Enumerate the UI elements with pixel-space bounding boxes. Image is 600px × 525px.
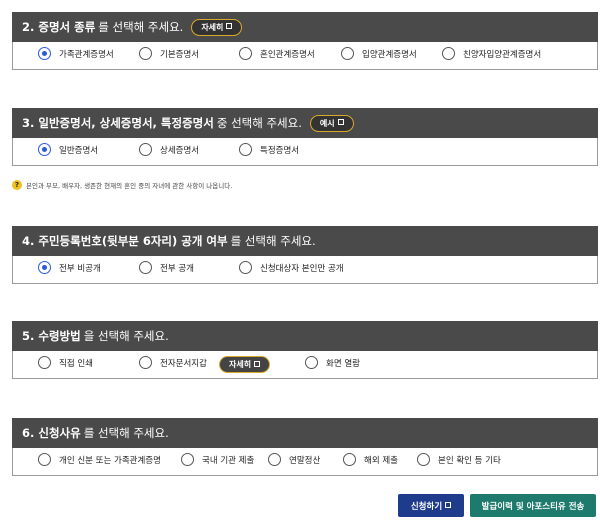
radio-icon[interactable] (341, 47, 354, 60)
section-certificate-detail: 3. 일반증명서, 상세증명서, 특정증명서 중 선택해 주세요. 예시 일반증… (12, 108, 598, 166)
radio-selected-icon[interactable] (38, 261, 51, 274)
option-label: 개인 신분 또는 가족관계증명 (59, 455, 161, 466)
external-link-icon (226, 23, 233, 29)
radio-e-wallet[interactable]: 전자문서지갑 (139, 356, 207, 369)
radio-marriage[interactable]: 혼인관계증명서 (239, 47, 315, 60)
section-header: 3. 일반증명서, 상세증명서, 특정증명서 중 선택해 주세요. 예시 (12, 108, 598, 138)
radio-year-end-tax[interactable]: 연말정산 (268, 453, 320, 466)
option-label: 특정증명서 (260, 145, 300, 156)
question-icon: ? (12, 180, 22, 190)
apply-button[interactable]: 신청하기 (398, 494, 464, 517)
info-note: ? 본인과 부모, 배우자, 생존한 현재의 혼인 중의 자녀에 관한 사항이 … (12, 180, 232, 190)
radio-icon[interactable] (139, 143, 152, 156)
external-link-icon (445, 501, 452, 508)
radio-family-relation[interactable]: 가족관계증명서 (38, 47, 114, 60)
options-row: 가족관계증명서 기본증명서 혼인관계증명서 입양관계증명서 친양자입양관계증명서 (12, 42, 598, 70)
example-button-label: 예시 (319, 118, 335, 128)
e-wallet-details-button[interactable]: 자세히 (219, 356, 271, 373)
section-title-rest: 를 선택해 주세요. (83, 426, 169, 440)
option-label: 전자문서지갑 (160, 358, 207, 369)
radio-icon[interactable] (268, 453, 281, 466)
option-label: 친양자입양관계증명서 (463, 49, 542, 60)
option-label: 국내 기관 제출 (202, 455, 255, 466)
radio-basic[interactable]: 기본증명서 (139, 47, 199, 60)
radio-icon[interactable] (239, 47, 252, 60)
issuance-history-button-label: 발급이력 및 아포스티유 전송 (481, 501, 585, 512)
option-label: 전부 비공개 (59, 263, 101, 274)
apply-button-label: 신청하기 (410, 501, 443, 512)
radio-icon[interactable] (38, 453, 51, 466)
radio-icon[interactable] (139, 261, 152, 274)
radio-adoption[interactable]: 입양관계증명서 (341, 47, 417, 60)
options-row: 직접 인쇄 전자문서지갑 자세히 화면 열람 (12, 351, 598, 379)
radio-print[interactable]: 직접 인쇄 (38, 356, 93, 369)
radio-icon[interactable] (139, 47, 152, 60)
radio-general[interactable]: 일반증명서 (38, 143, 98, 156)
radio-icon[interactable] (181, 453, 194, 466)
option-label: 기본증명서 (160, 49, 200, 60)
options-row: 전부 비공개 전부 공개 신청대상자 본인만 공개 (12, 256, 598, 284)
section-title: 3. 일반증명서, 상세증명서, 특정증명서 (22, 116, 214, 130)
section-resident-number: 4. 주민등록번호(뒷부분 6자리) 공개 여부 를 선택해 주세요. 전부 비… (12, 226, 598, 284)
radio-all-public[interactable]: 전부 공개 (139, 261, 194, 274)
section-certificate-type: 2. 증명서 종류 를 선택해 주세요. 자세히 가족관계증명서 기본증명서 혼… (12, 12, 598, 70)
external-link-icon (254, 360, 261, 367)
section-reason: 6. 신청사유 를 선택해 주세요. 개인 신분 또는 가족관계증명 국내 기관… (12, 418, 598, 476)
radio-identity-check[interactable]: 본인 확인 등 기타 (417, 453, 501, 466)
radio-icon[interactable] (139, 356, 152, 369)
radio-family-proof[interactable]: 개인 신분 또는 가족관계증명 (38, 453, 161, 466)
option-label: 일반증명서 (59, 145, 99, 156)
radio-icon[interactable] (305, 356, 318, 369)
section-header: 2. 증명서 종류 를 선택해 주세요. 자세히 (12, 12, 598, 42)
options-row: 일반증명서 상세증명서 특정증명서 (12, 138, 598, 166)
radio-icon[interactable] (417, 453, 430, 466)
option-label: 연말정산 (289, 455, 321, 466)
details-button-label: 자세히 (229, 360, 252, 369)
radio-icon[interactable] (38, 356, 51, 369)
option-label: 입양관계증명서 (362, 49, 417, 60)
external-link-icon (337, 119, 344, 125)
section-header: 4. 주민등록번호(뒷부분 6자리) 공개 여부 를 선택해 주세요. (12, 226, 598, 256)
info-note-text: 본인과 부모, 배우자, 생존한 현재의 혼인 중의 자녀에 관한 사항이 나옵… (26, 182, 233, 190)
option-label: 해외 제출 (364, 455, 398, 466)
radio-full-adoption[interactable]: 친양자입양관계증명서 (442, 47, 541, 60)
option-label: 가족관계증명서 (59, 49, 114, 60)
details-button-label: 자세히 (201, 22, 224, 32)
radio-icon[interactable] (239, 261, 252, 274)
details-button[interactable]: 자세히 (191, 18, 243, 36)
option-label: 전부 공개 (160, 263, 194, 274)
radio-self-only[interactable]: 신청대상자 본인만 공개 (239, 261, 344, 274)
section-title-rest: 을 선택해 주세요. (83, 329, 169, 343)
option-label: 직접 인쇄 (59, 358, 93, 369)
section-title-rest: 를 선택해 주세요. (98, 20, 184, 34)
radio-domestic-agency[interactable]: 국내 기관 제출 (181, 453, 254, 466)
radio-selected-icon[interactable] (38, 143, 51, 156)
radio-detailed[interactable]: 상세증명서 (139, 143, 199, 156)
radio-icon[interactable] (343, 453, 356, 466)
section-title: 4. 주민등록번호(뒷부분 6자리) 공개 여부 (22, 234, 228, 248)
radio-icon[interactable] (239, 143, 252, 156)
section-receipt-method: 5. 수령방법 을 선택해 주세요. 직접 인쇄 전자문서지갑 자세히 화면 열… (12, 321, 598, 379)
radio-overseas[interactable]: 해외 제출 (343, 453, 398, 466)
option-label: 혼인관계증명서 (260, 49, 315, 60)
radio-icon[interactable] (442, 47, 455, 60)
section-title-rest: 를 선택해 주세요. (230, 234, 316, 248)
section-header: 5. 수령방법 을 선택해 주세요. (12, 321, 598, 351)
option-label: 화면 열람 (326, 358, 360, 369)
option-label: 본인 확인 등 기타 (438, 455, 501, 466)
option-label: 상세증명서 (160, 145, 200, 156)
radio-all-private[interactable]: 전부 비공개 (38, 261, 101, 274)
example-button[interactable]: 예시 (309, 114, 354, 132)
issuance-history-button[interactable]: 발급이력 및 아포스티유 전송 (470, 494, 596, 517)
section-title-rest: 중 선택해 주세요. (216, 116, 302, 130)
radio-selected-icon[interactable] (38, 47, 51, 60)
section-title: 2. 증명서 종류 (22, 20, 96, 34)
option-label: 신청대상자 본인만 공개 (260, 263, 344, 274)
options-row: 개인 신분 또는 가족관계증명 국내 기관 제출 연말정산 해외 제출 본인 확… (12, 448, 598, 476)
section-title: 6. 신청사유 (22, 426, 81, 440)
section-title: 5. 수령방법 (22, 329, 81, 343)
radio-screen-view[interactable]: 화면 열람 (305, 356, 360, 369)
radio-specific[interactable]: 특정증명서 (239, 143, 299, 156)
section-header: 6. 신청사유 를 선택해 주세요. (12, 418, 598, 448)
